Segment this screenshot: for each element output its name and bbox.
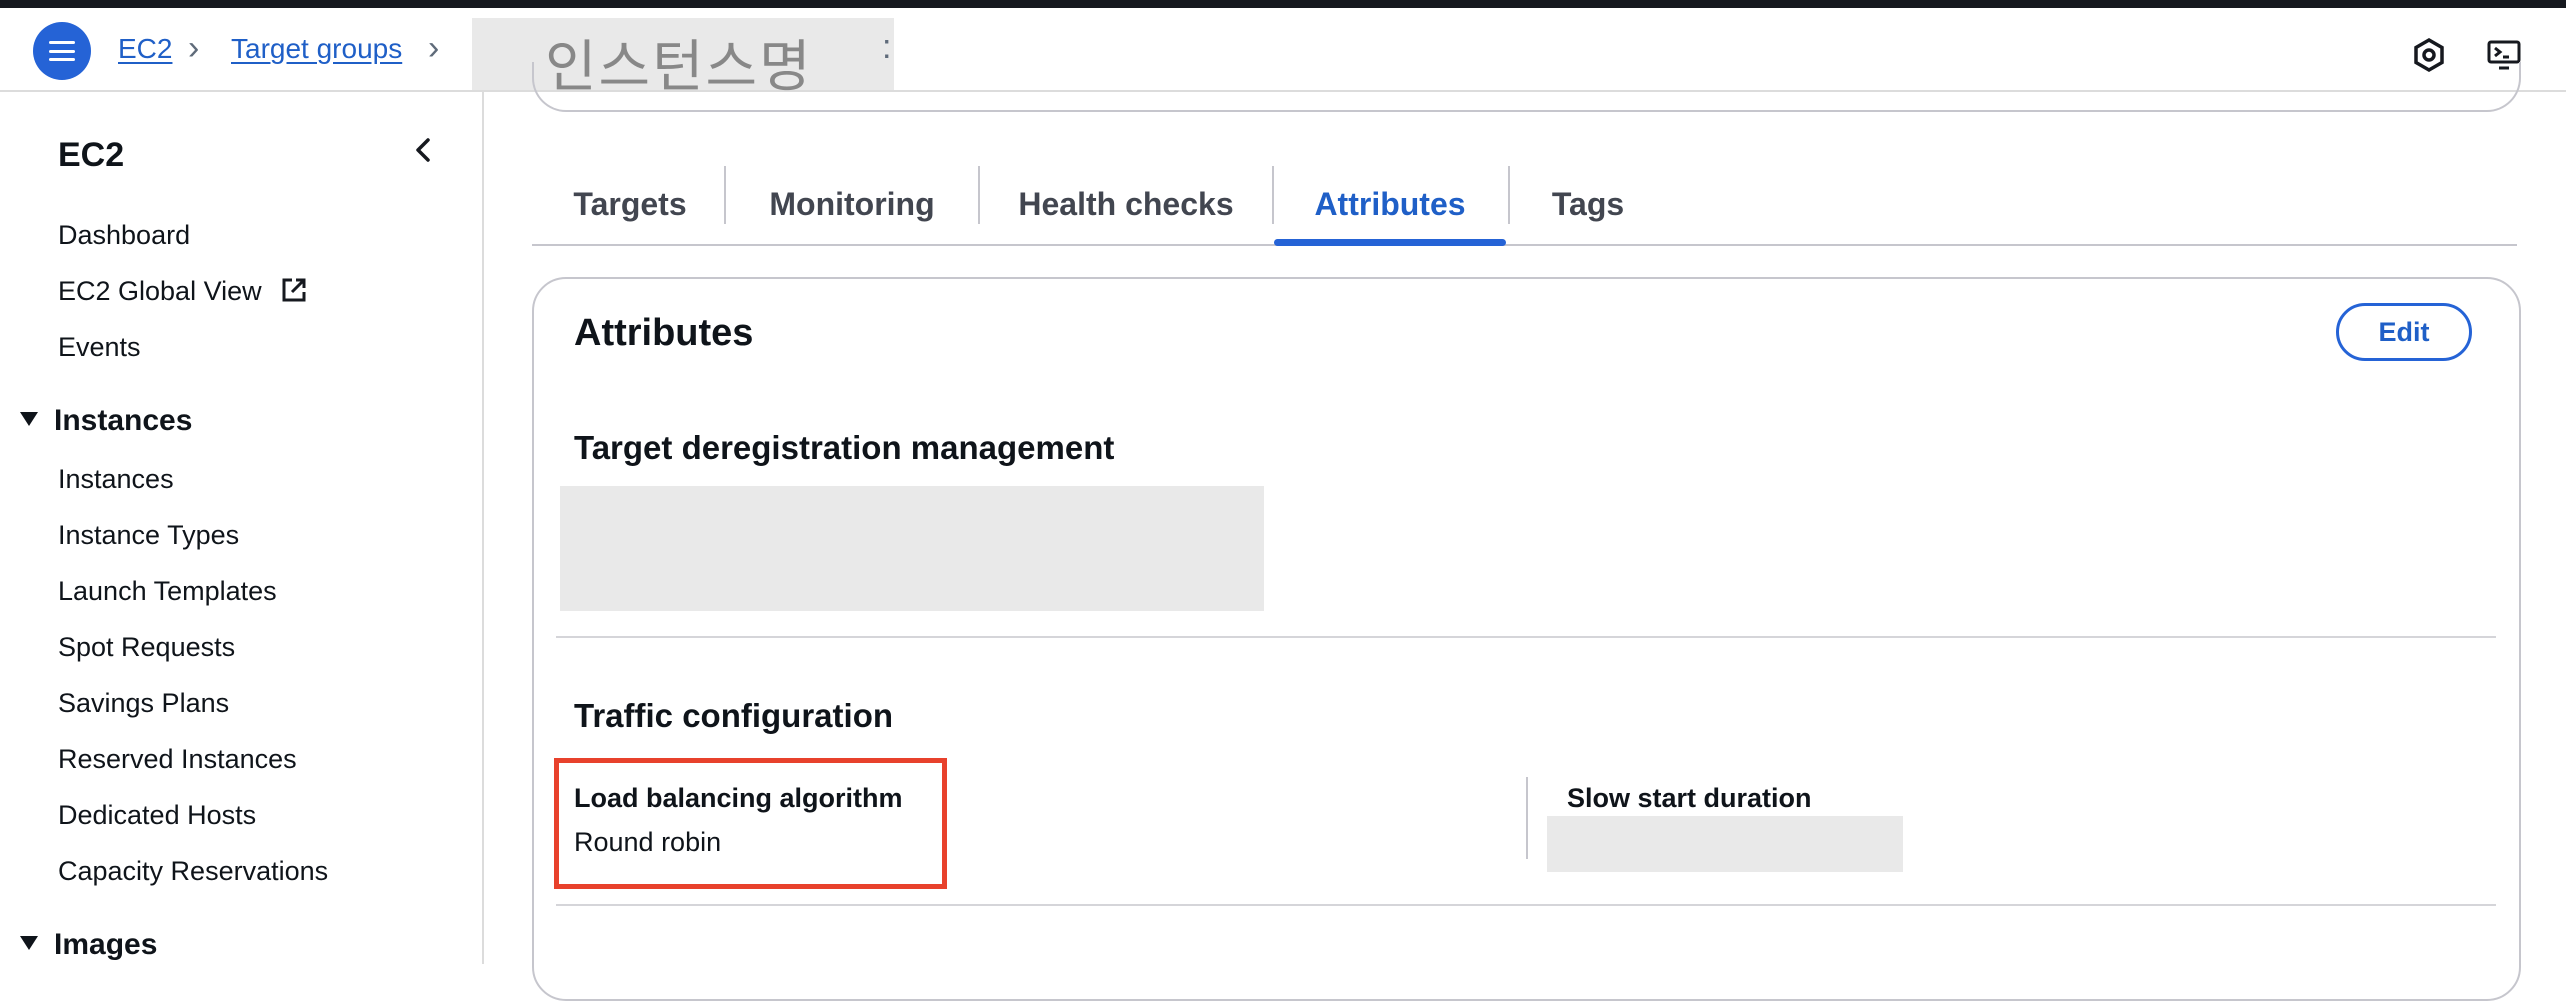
redacted-slow-start-value (1547, 816, 1903, 872)
sidebar-item-instance-types[interactable]: Instance Types (58, 520, 239, 551)
edit-button[interactable]: Edit (2336, 303, 2472, 361)
tab-health-checks[interactable]: Health checks (980, 164, 1272, 244)
section-title-traffic: Traffic configuration (574, 697, 894, 734)
section-divider (556, 636, 2496, 638)
sidebar: EC2 Dashboard EC2 Global View Events Ins… (0, 92, 484, 964)
sidebar-item-label: EC2 Global View (58, 276, 262, 306)
sidebar-item-instances[interactable]: Instances (58, 464, 174, 495)
menu-icon[interactable] (33, 22, 91, 80)
sidebar-title: EC2 (58, 136, 125, 174)
attributes-card: Attributes Edit Target deregistration ma… (532, 277, 2521, 1001)
breadcrumb-target-groups[interactable]: Target groups (231, 33, 402, 65)
section-title-deregistration: Target deregistration management (574, 429, 1115, 466)
sidebar-item-dashboard[interactable]: Dashboard (58, 220, 190, 251)
redacted-deregistration-values (560, 486, 1264, 611)
sidebar-item-spot-requests[interactable]: Spot Requests (58, 632, 235, 663)
sidebar-item-capacity-reservations[interactable]: Capacity Reservations (58, 856, 328, 887)
field-label-slow-start: Slow start duration (1567, 783, 1812, 813)
top-strip (0, 0, 2566, 8)
tab-targets[interactable]: Targets (532, 164, 728, 244)
sidebar-item-reserved-instances[interactable]: Reserved Instances (58, 744, 297, 775)
tab-bar: Targets Monitoring Health checks Attribu… (532, 164, 2517, 246)
column-divider (1526, 777, 1528, 859)
chevron-right-icon: › (428, 29, 440, 67)
sidebar-item-savings-plans[interactable]: Savings Plans (58, 688, 229, 719)
external-link-icon (282, 278, 306, 302)
tab-monitoring[interactable]: Monitoring (726, 164, 978, 244)
highlight-box (554, 758, 947, 889)
card-title: Attributes (574, 312, 754, 354)
sidebar-section-label: Images (54, 928, 158, 961)
sidebar-item-events[interactable]: Events (58, 332, 141, 363)
collapse-sidebar-icon[interactable] (405, 132, 441, 168)
sidebar-section-instances[interactable]: Instances (20, 404, 192, 438)
sidebar-item-launch-templates[interactable]: Launch Templates (58, 576, 277, 607)
section-divider (556, 904, 2496, 906)
tab-tags[interactable]: Tags (1510, 164, 1666, 244)
caret-down-icon (20, 412, 38, 427)
sidebar-section-label: Instances (54, 404, 193, 437)
sidebar-item-ec2-global-view[interactable]: EC2 Global View (58, 276, 309, 308)
sidebar-section-images[interactable]: Images (20, 928, 157, 962)
tab-attributes[interactable]: Attributes (1274, 164, 1506, 246)
previous-card-edge (532, 62, 2521, 112)
caret-down-icon (20, 936, 38, 951)
sidebar-item-dedicated-hosts[interactable]: Dedicated Hosts (58, 800, 256, 831)
breadcrumb-ec2[interactable]: EC2 (118, 33, 172, 65)
chevron-right-icon: › (188, 29, 200, 67)
